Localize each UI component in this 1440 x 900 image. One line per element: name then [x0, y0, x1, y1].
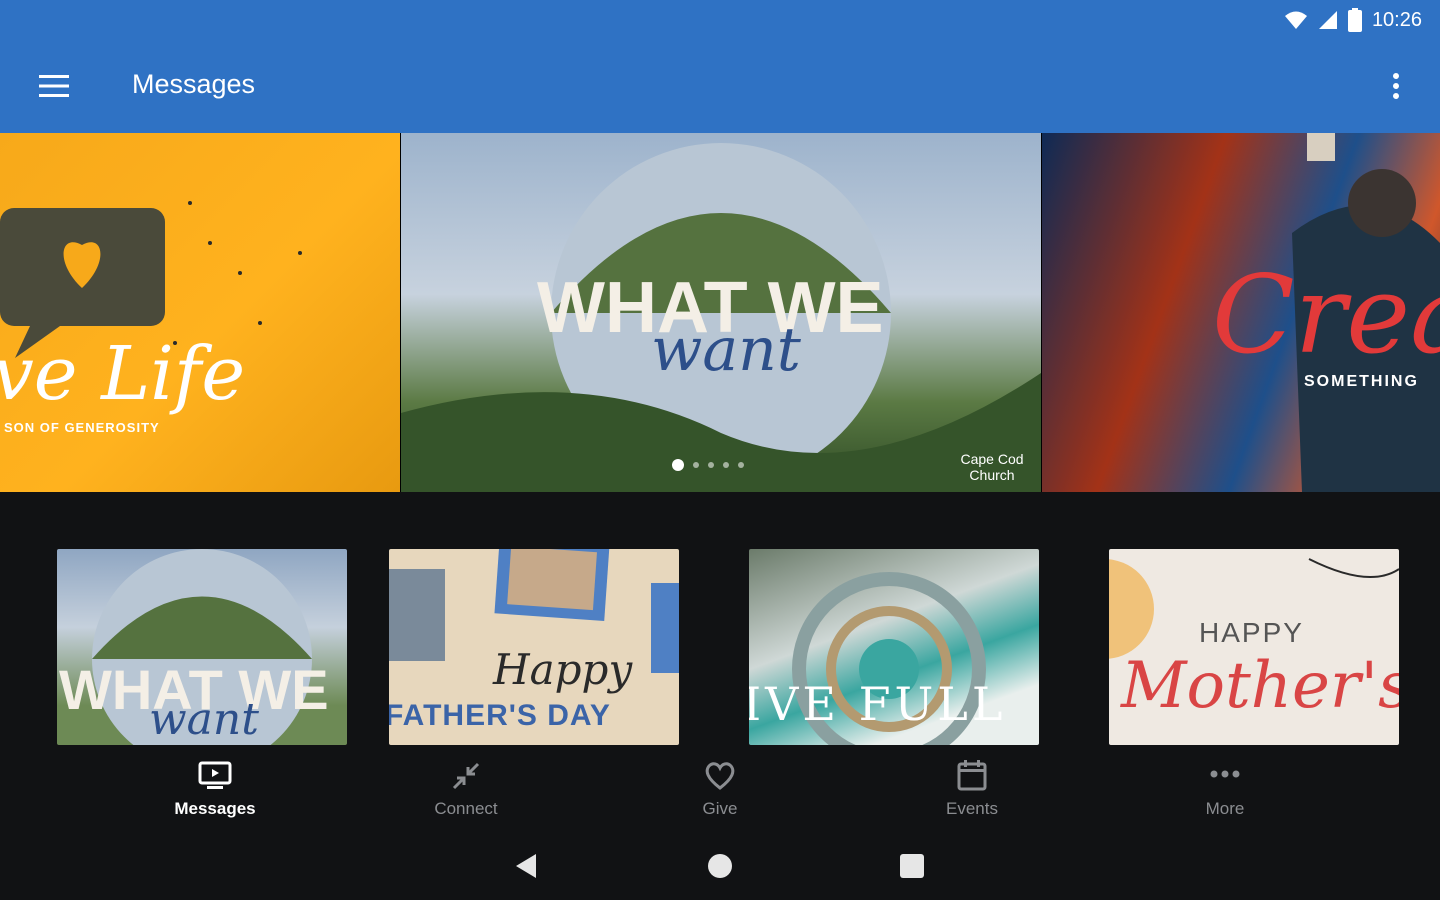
- nav-item-give[interactable]: Give: [645, 755, 795, 825]
- thumb-script: Happy: [493, 645, 633, 694]
- nav-label: More: [1205, 799, 1245, 818]
- series-thumbnail-live-full[interactable]: IVE FULL: [749, 549, 1039, 745]
- signal-icon: [1318, 11, 1337, 29]
- thumb-title: HAPPY: [1199, 617, 1304, 648]
- nav-label: Events: [946, 799, 998, 818]
- hamburger-menu-icon: [39, 75, 69, 97]
- menu-button[interactable]: [26, 60, 82, 112]
- nav-label: Messages: [174, 799, 256, 818]
- back-button[interactable]: [506, 851, 546, 881]
- hero-carousel[interactable]: ve Life SON OF GENEROSITY WHAT WE want C…: [0, 133, 1440, 492]
- recents-square-icon: [900, 854, 924, 878]
- carousel-slide-create[interactable]: Creat SOMETHING: [1042, 133, 1440, 492]
- heart-icon: [705, 762, 735, 790]
- system-navigation-bar: [0, 835, 1440, 900]
- more-dots-icon: [1210, 770, 1240, 778]
- nav-item-events[interactable]: Events: [897, 755, 1047, 825]
- thumb-script: Mother's: [1121, 649, 1399, 723]
- thumb-script: want: [149, 694, 259, 745]
- connect-arrows-icon: [452, 762, 480, 790]
- slide-title: Creat: [1212, 253, 1440, 378]
- speech-heart-graphic: [0, 201, 302, 358]
- home-button[interactable]: [700, 851, 740, 881]
- carousel-dot-2[interactable]: [693, 462, 699, 468]
- nav-item-connect[interactable]: Connect: [391, 755, 541, 825]
- carousel-slide-what-we-want[interactable]: WHAT WE want Cape Cod Church: [401, 133, 1041, 492]
- bottom-navigation: Messages Connect Give Events More: [0, 755, 1440, 825]
- wifi-icon: [1284, 11, 1307, 29]
- nav-label: Give: [702, 799, 738, 818]
- recents-button[interactable]: [892, 851, 932, 881]
- calendar-icon: [957, 760, 987, 791]
- tv-play-icon: [198, 761, 232, 789]
- carousel-pagination: [672, 459, 744, 471]
- carousel-dot-5[interactable]: [738, 462, 744, 468]
- status-time: 10:26: [1371, 8, 1422, 31]
- slide-title: ve Life: [0, 331, 246, 417]
- app-bar: Messages: [0, 40, 1440, 133]
- carousel-dot-3[interactable]: [708, 462, 714, 468]
- status-icons: 10:26: [1284, 6, 1422, 34]
- slide-script: want: [651, 315, 801, 385]
- carousel-slide-generosity[interactable]: ve Life SON OF GENEROSITY: [0, 133, 400, 492]
- page-title: Messages: [132, 69, 256, 99]
- back-triangle-icon: [516, 854, 536, 878]
- status-bar: 10:26: [0, 0, 1440, 40]
- nav-item-more[interactable]: More: [1150, 755, 1300, 825]
- series-thumbnail-mothers-day[interactable]: HAPPY Mother's: [1109, 549, 1399, 745]
- slide-subtitle: SOMETHING: [1304, 373, 1419, 390]
- carousel-dot-1[interactable]: [672, 459, 684, 471]
- carousel-dot-4[interactable]: [723, 462, 729, 468]
- series-thumbnail-fathers-day[interactable]: Happy FATHER'S DAY: [389, 549, 679, 745]
- home-circle-icon: [708, 854, 732, 878]
- battery-icon: [1347, 8, 1362, 32]
- overflow-menu-button[interactable]: [1372, 60, 1420, 112]
- nav-item-messages[interactable]: Messages: [140, 755, 290, 825]
- slide-subtitle: SON OF GENEROSITY: [4, 420, 160, 435]
- nav-label: Connect: [434, 799, 498, 818]
- brand-logo: Cape Cod Church: [960, 451, 1024, 483]
- more-vert-icon: [1393, 73, 1399, 99]
- series-thumbnail-what-we-want[interactable]: WHAT WE want: [57, 549, 347, 745]
- thumb-title: IVE FULL: [749, 677, 1007, 731]
- thumb-title: FATHER'S DAY: [389, 699, 611, 732]
